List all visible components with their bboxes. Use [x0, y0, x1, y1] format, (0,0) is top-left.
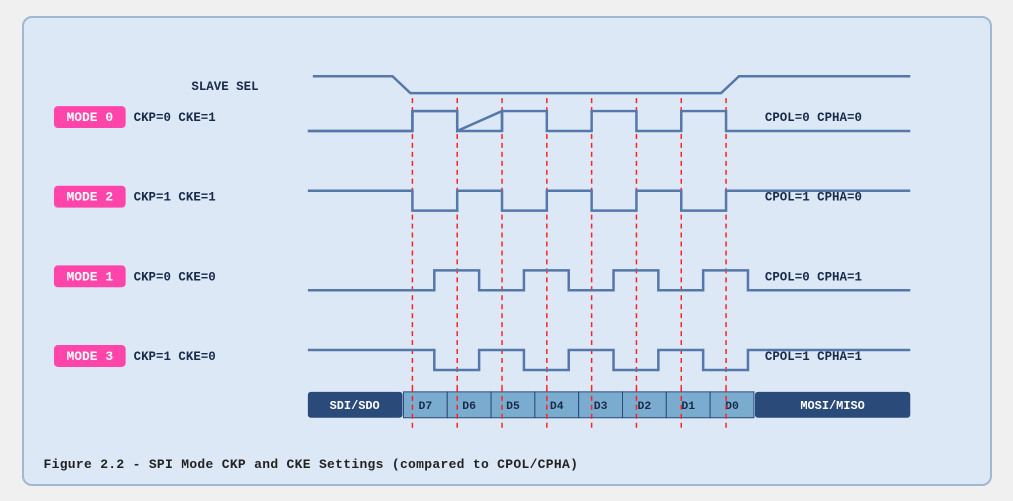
- d6-label: D6: [462, 399, 476, 412]
- mode1-row: MODE 1 CKP=0 CKE=0 CPOL=0 CPHA=1: [53, 265, 909, 290]
- mode2-row: MODE 2 CKP=1 CKE=1 CPOL=1 CPHA=0: [53, 185, 909, 210]
- dashed-lines: [412, 98, 726, 387]
- mode2-right-label: CPOL=1 CPHA=0: [764, 190, 861, 204]
- mode1-right-label: CPOL=0 CPHA=1: [764, 270, 861, 284]
- main-container: .mono { font-family: 'Courier New', mono…: [22, 16, 992, 486]
- diagram-svg: .mono { font-family: 'Courier New', mono…: [44, 36, 970, 449]
- data-bits-bar: SDI/SDO D7 D6 D5 D4 D3 D2: [307, 391, 909, 417]
- mosi-miso-label: MOSI/MISO: [800, 398, 864, 412]
- mode0-row: MODE 0 CKP=0 CKE=1 CPOL=0 CPHA=0: [53, 106, 909, 131]
- mode2-badge-label: MODE 2: [66, 189, 113, 204]
- mode0-left-label: CKP=0 CKE=1: [133, 111, 215, 125]
- mode3-row: MODE 3 CKP=1 CKE=0 CPOL=1 CPHA=1: [53, 345, 909, 370]
- diagram-area: .mono { font-family: 'Courier New', mono…: [44, 36, 970, 449]
- d7-label: D7: [418, 399, 432, 412]
- d4-label: D4: [549, 399, 563, 412]
- mode0-right-label: CPOL=0 CPHA=0: [764, 111, 861, 125]
- caption-text: Figure 2.2 - SPI Mode CKP and CKE Settin…: [44, 457, 579, 472]
- slave-sel-label: SLAVE SEL: [191, 80, 258, 94]
- figure-caption: Figure 2.2 - SPI Mode CKP and CKE Settin…: [44, 449, 970, 472]
- d1-label: D1: [681, 399, 695, 412]
- d3-label: D3: [593, 399, 607, 412]
- mode3-badge-label: MODE 3: [66, 348, 113, 363]
- slave-sel-row: SLAVE SEL: [191, 76, 910, 94]
- d5-label: D5: [506, 399, 520, 412]
- mode3-left-label: CKP=1 CKE=0: [133, 349, 215, 363]
- mode3-right-label: CPOL=1 CPHA=1: [764, 349, 861, 363]
- mode2-left-label: CKP=1 CKE=1: [133, 190, 215, 204]
- sdi-sdo-label: SDI/SDO: [329, 398, 379, 412]
- d2-label: D2: [637, 399, 651, 412]
- mode1-badge-label: MODE 1: [66, 269, 113, 284]
- mode0-badge-label: MODE 0: [66, 110, 113, 125]
- d0-label: D0: [725, 399, 739, 412]
- mode1-left-label: CKP=0 CKE=0: [133, 270, 215, 284]
